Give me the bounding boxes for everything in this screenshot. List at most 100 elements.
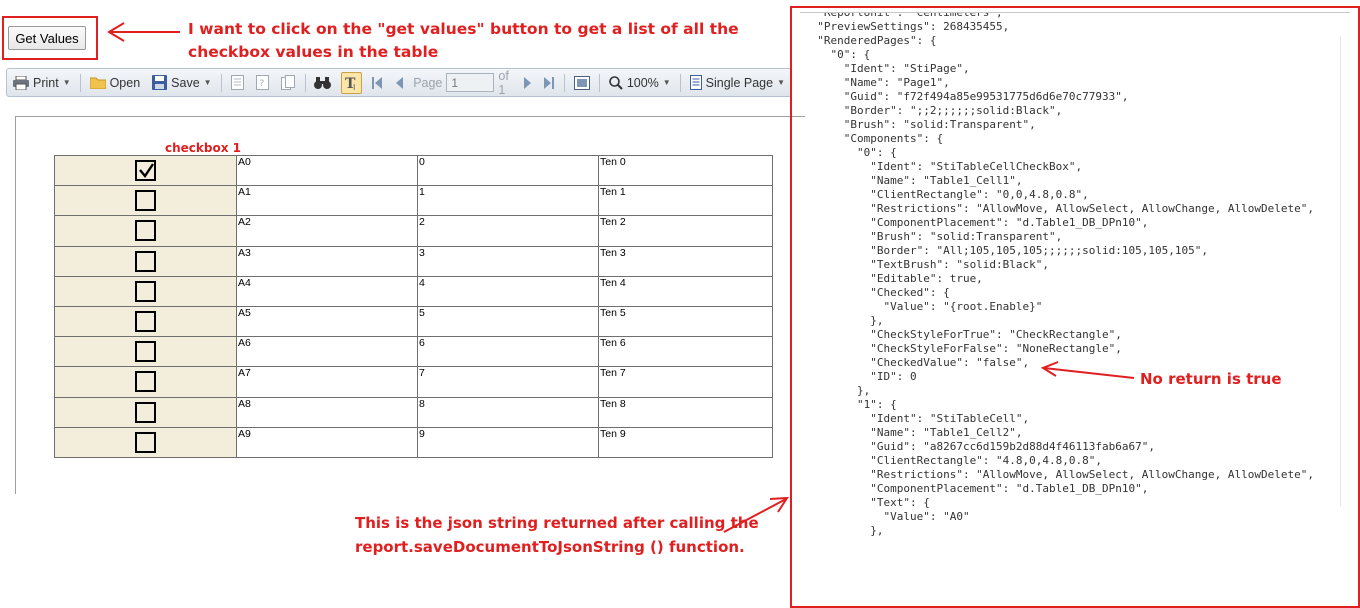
checkbox[interactable] [135, 220, 156, 242]
json-line: "Name": "Page1", [804, 76, 950, 89]
table-cell: A1 [236, 185, 418, 217]
json-line: "CheckStyleForFalse": "NoneRectangle", [804, 342, 1122, 355]
print-label: Print [33, 75, 59, 90]
checkbox[interactable] [135, 160, 156, 182]
table-cell: 1 [417, 185, 599, 217]
checkbox[interactable] [135, 280, 156, 302]
table-cell: Ten 7 [598, 366, 773, 398]
table-cell: Ten 0 [598, 154, 773, 187]
checkbox-cell[interactable] [54, 396, 237, 428]
checkbox-cell[interactable] [54, 154, 237, 187]
json-line: "Components": { [804, 132, 944, 145]
checkbox-cell[interactable] [54, 366, 237, 398]
json-line: "TextBrush": "solid:Black", [804, 258, 1050, 271]
checkbox[interactable] [135, 431, 156, 453]
open-button[interactable]: Open [84, 69, 147, 96]
full-screen-button[interactable] [568, 69, 596, 96]
json-line: "PreviewSettings": 268435455, [804, 20, 1010, 33]
table-cell: 5 [417, 305, 599, 338]
first-page-button[interactable] [366, 69, 389, 96]
view-mode-button[interactable]: Single Page ▼ [684, 69, 791, 96]
table-row: A1 1 Ten 1 [54, 185, 773, 217]
checkbox-cell[interactable] [54, 245, 237, 277]
checkbox-cell[interactable] [54, 275, 237, 307]
last-page-icon [543, 76, 554, 89]
json-line: "Restrictions": "AllowMove, AllowSelect,… [804, 202, 1314, 215]
json-output-text: "ReportUnit": "Centimeters", "PreviewSet… [804, 12, 1314, 538]
button-annotation-line2: checkbox values in the table [188, 43, 439, 61]
checkbox[interactable] [135, 401, 156, 423]
parameters-button[interactable]: ? [250, 69, 275, 96]
help-document-icon: ? [255, 75, 269, 90]
document-icon [230, 75, 244, 90]
json-line: "Ident": "StiTableCellCheckBox", [804, 160, 1083, 173]
json-line: "ReportUnit": "Centimeters", [804, 12, 1003, 19]
json-line: "Checked": { [804, 286, 950, 299]
chevron-down-icon: ▼ [777, 78, 785, 87]
checkbox[interactable] [135, 250, 156, 272]
printer-icon [13, 75, 29, 90]
resources-button[interactable] [275, 69, 302, 96]
table-row: A2 2 Ten 2 [54, 215, 773, 247]
table-row: A9 9 Ten 9 [54, 426, 773, 458]
checkbox-cell[interactable] [54, 336, 237, 368]
button-annotation: I want to click on the "get values" butt… [188, 18, 739, 64]
single-page-icon [689, 75, 702, 90]
arrow-to-button-icon [107, 22, 180, 42]
next-page-button[interactable] [518, 69, 538, 96]
json-scrollbar[interactable] [1340, 36, 1348, 506]
json-line: "ComponentPlacement": "d.Table1_DB_DPn10… [804, 216, 1149, 229]
table-row: A4 4 Ten 4 [54, 275, 773, 307]
no-return-annotation: No return is true [1140, 370, 1282, 388]
table-cell: 3 [417, 245, 599, 277]
json-line: "Restrictions": "AllowMove, AllowSelect,… [804, 468, 1314, 481]
toolbar-separator [563, 73, 565, 92]
table-row: A5 5 Ten 5 [54, 305, 773, 338]
json-annotation-line1: This is the json string returned after c… [355, 514, 759, 532]
first-page-icon [372, 76, 383, 89]
checkbox[interactable] [135, 311, 156, 333]
checkbox-cell[interactable] [54, 185, 237, 217]
toolbar-separator [304, 73, 306, 92]
view-mode-label: Single Page [705, 75, 774, 90]
checkbox[interactable] [135, 190, 156, 212]
json-line: "1": { [804, 398, 897, 411]
checkbox-cell[interactable] [54, 305, 237, 338]
table-cell: 9 [417, 426, 599, 458]
magnifier-icon [609, 75, 623, 90]
get-values-button[interactable]: Get Values [8, 26, 86, 50]
find-button[interactable] [308, 69, 337, 96]
full-screen-icon [573, 75, 590, 90]
editor-button[interactable]: TI [341, 71, 363, 94]
svg-text:I: I [353, 83, 355, 91]
json-line: }, [804, 314, 884, 327]
zoom-button[interactable]: 100% ▼ [603, 69, 677, 96]
checkbox-cell[interactable] [54, 426, 237, 458]
bookmarks-button[interactable] [225, 69, 250, 96]
last-page-button[interactable] [538, 69, 561, 96]
json-line: "Guid": "f72f494a85e99531775d6d6e70c7793… [804, 90, 1129, 103]
table-row: A6 6 Ten 6 [54, 336, 773, 368]
json-line: "0": { [804, 146, 897, 159]
toolbar-separator [598, 73, 600, 92]
prev-page-button[interactable] [389, 69, 409, 96]
table-cell: 7 [417, 366, 599, 398]
checkmark-icon [139, 163, 154, 179]
table-cell: A2 [236, 215, 418, 247]
json-line: "Border": "All;105,105,105;;;;;;solid:10… [804, 244, 1208, 257]
table-cell: Ten 8 [598, 396, 773, 428]
table-cell: 8 [417, 396, 599, 428]
json-line: }, [804, 524, 884, 537]
json-line: "Brush": "solid:Transparent", [804, 230, 1063, 243]
next-page-icon [523, 76, 531, 89]
json-line: "RenderedPages": { [804, 34, 937, 47]
page-number-input[interactable] [446, 73, 495, 92]
print-button[interactable]: Print ▼ [7, 69, 77, 96]
json-line: "CheckStyleForTrue": "CheckRectangle", [804, 328, 1122, 341]
json-line: "Ident": "StiTableCell", [804, 412, 1030, 425]
checkbox-cell[interactable] [54, 215, 237, 247]
save-button[interactable]: Save ▼ [146, 69, 217, 96]
checkbox[interactable] [135, 371, 156, 393]
checkbox[interactable] [135, 341, 156, 363]
json-line: "Value": "A0" [804, 510, 970, 523]
